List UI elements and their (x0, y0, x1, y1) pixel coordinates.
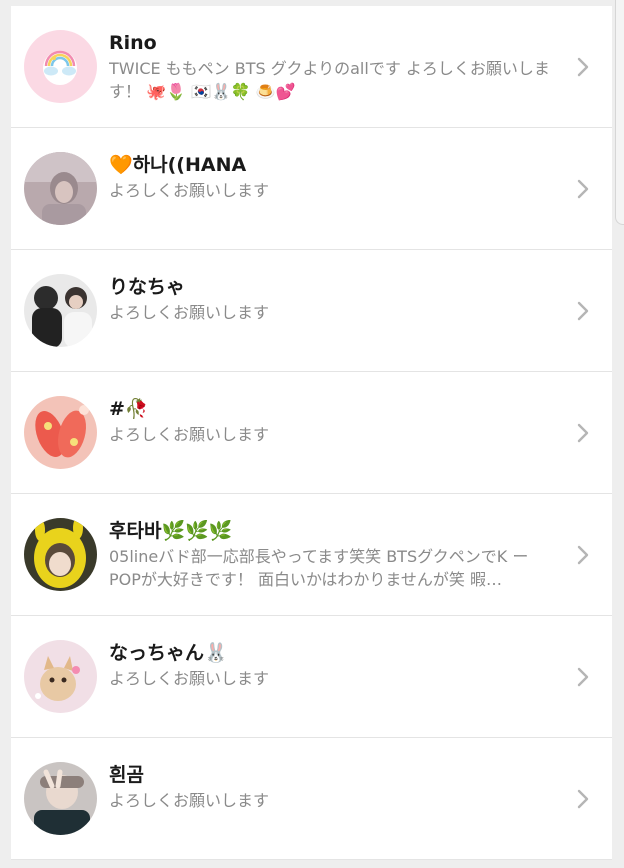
friend-name: りなちゃ (109, 276, 186, 298)
friend-status-message: よろしくお願いします (109, 791, 270, 810)
friend-status-message: よろしくお願いします (109, 303, 270, 322)
friend-status-message: よろしくお願いします (109, 181, 270, 200)
rainbow-cloud-avatar (24, 30, 97, 103)
peace-sign-photo-avatar (24, 762, 97, 835)
two-people-photo-avatar (24, 274, 97, 347)
friend-name: 흰곰 (109, 764, 144, 786)
friend-row[interactable]: りなちゃ よろしくお願いします (11, 250, 612, 372)
friend-status-message: 05lineバド部一応部長やってます笑笑 BTSグクペンでK ーPOPが大好きで… (109, 547, 529, 589)
friend-row[interactable]: 후타바🌿🌿🌿 05lineバド部一応部長やってます笑笑 BTSグクペンでK ーP… (11, 494, 612, 616)
chevron-right-icon (576, 422, 590, 444)
kitten-photo-avatar (24, 640, 97, 713)
friend-list: Rino TWICE ももペン BTS グクよりのallです よろしくお願いしま… (11, 6, 612, 860)
friend-name: 후타바🌿🌿🌿 (109, 520, 233, 542)
friend-status-message: TWICE ももペン BTS グクよりのallです よろしくお願いします！ 🐙🌷… (109, 59, 550, 101)
friend-status-message: よろしくお願いします (109, 669, 270, 688)
friend-name: なっちゃん🐰 (109, 642, 228, 664)
scrollbar-edge[interactable] (615, 0, 624, 225)
chevron-right-icon (576, 788, 590, 810)
friend-name: Rino (109, 32, 157, 54)
friend-name: #🥀 (109, 398, 149, 420)
friend-row[interactable]: なっちゃん🐰 よろしくお願いします (11, 616, 612, 738)
red-slippers-photo-avatar (24, 396, 97, 469)
chevron-right-icon (576, 56, 590, 78)
friend-row[interactable]: #🥀 よろしくお願いします (11, 372, 612, 494)
chevron-right-icon (576, 666, 590, 688)
chevron-right-icon (576, 300, 590, 322)
friend-row[interactable]: Rino TWICE ももペン BTS グクよりのallです よろしくお願いしま… (11, 6, 612, 128)
friend-name: 🧡하나((HANA (109, 154, 247, 176)
yellow-hood-photo-avatar (24, 518, 97, 591)
person-photo-avatar (24, 152, 97, 225)
chevron-right-icon (576, 544, 590, 566)
friend-status-message: よろしくお願いします (109, 425, 270, 444)
chevron-right-icon (576, 178, 590, 200)
friend-row[interactable]: 🧡하나((HANA よろしくお願いします (11, 128, 612, 250)
friend-row[interactable]: 흰곰 よろしくお願いします (11, 738, 612, 860)
